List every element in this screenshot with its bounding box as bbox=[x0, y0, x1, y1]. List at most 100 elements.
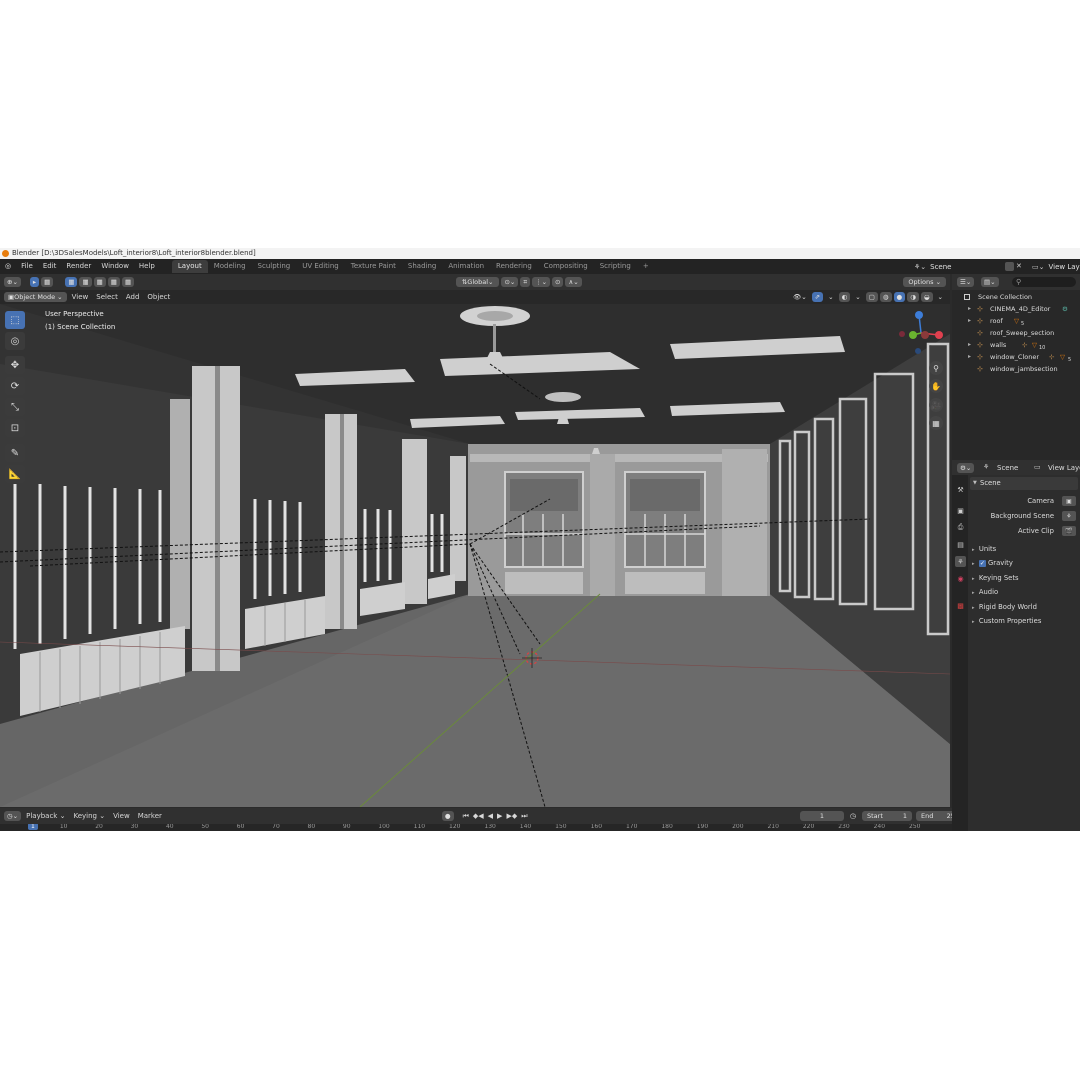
texture-tab-icon[interactable]: ▩ bbox=[955, 600, 966, 611]
snap-target-icon[interactable]: ⋮⌄ bbox=[532, 277, 551, 287]
units-section[interactable]: ▸ Units bbox=[972, 545, 996, 553]
gizmo-dropdown-icon[interactable]: ⌄ bbox=[825, 292, 836, 302]
shading-dropdown-icon[interactable]: ⌄ bbox=[935, 292, 946, 302]
menu-edit[interactable]: Edit bbox=[38, 259, 62, 274]
shading-wireframe-icon[interactable]: ◍ bbox=[879, 292, 892, 302]
object-mode-dropdown[interactable]: ▣ Object Mode ⌄ bbox=[4, 292, 67, 302]
timeline-view-menu[interactable]: View bbox=[109, 812, 134, 820]
camera-view-icon[interactable]: 🎥 bbox=[929, 398, 943, 412]
select-box-tool-icon[interactable]: ⬚ bbox=[5, 311, 25, 329]
shading-solid-icon[interactable]: ● bbox=[893, 292, 906, 302]
jump-end-icon[interactable]: ⏭ bbox=[519, 812, 529, 821]
select-box-mode-icon[interactable]: ▦ bbox=[41, 277, 54, 287]
options-dropdown[interactable]: Options ⌄ bbox=[903, 277, 947, 287]
properties-editor-type-icon[interactable]: ⚙⌄ bbox=[957, 463, 975, 473]
rotate-tool-icon[interactable]: ⟳ bbox=[5, 377, 25, 395]
expand-arrow-icon[interactable]: ▸ bbox=[968, 339, 971, 351]
menu-add[interactable]: Add bbox=[122, 293, 144, 301]
display-mode-icon[interactable]: ▤⌄ bbox=[981, 277, 999, 287]
transform-orientation-dropdown[interactable]: ⇅ Global ⌄ bbox=[455, 277, 500, 287]
mode-subtract-icon[interactable]: ▦ bbox=[93, 277, 106, 287]
scale-tool-icon[interactable]: ⤡ bbox=[5, 398, 25, 416]
tab-animation[interactable]: Animation bbox=[442, 260, 490, 273]
new-scene-icon[interactable] bbox=[1005, 262, 1014, 271]
jump-keyframe-back-icon[interactable]: ◆◀ bbox=[471, 812, 486, 820]
outliner-scene-collection[interactable]: Scene Collection bbox=[952, 291, 1080, 303]
mode-extend-icon[interactable]: ▦ bbox=[79, 277, 92, 287]
preview-range-icon[interactable]: ◷ bbox=[846, 812, 860, 820]
gizmo-y-icon[interactable] bbox=[909, 331, 917, 339]
tab-shading[interactable]: Shading bbox=[402, 260, 442, 273]
editor-type-icon[interactable]: ⊕⌄ bbox=[4, 277, 21, 287]
scene-selector[interactable]: ⚘⌄ Scene bbox=[914, 261, 1006, 272]
mode-intersect-icon[interactable]: ▦ bbox=[121, 277, 135, 287]
outliner-item-walls[interactable]: ▸ ⊹ walls ⊹ ▽ 10 bbox=[952, 339, 1080, 351]
gravity-section[interactable]: ▸ ✓ Gravity bbox=[972, 559, 1013, 567]
expand-arrow-icon[interactable]: ▸ bbox=[968, 315, 971, 327]
jump-start-icon[interactable]: ⏮ bbox=[461, 812, 471, 821]
outliner-item-window-jambsection[interactable]: ⊹ window_jambsection bbox=[952, 363, 1080, 375]
tab-rendering[interactable]: Rendering bbox=[490, 260, 538, 273]
gizmo-neg-x-icon[interactable] bbox=[921, 331, 929, 339]
measure-tool-icon[interactable]: 📐 bbox=[5, 465, 25, 483]
mode-set-icon[interactable]: ▦ bbox=[65, 277, 78, 287]
navigation-gizmo[interactable] bbox=[898, 310, 944, 356]
gizmo-z-icon[interactable] bbox=[915, 311, 923, 319]
jump-keyframe-forward-icon[interactable]: ▶◆ bbox=[504, 812, 519, 820]
playback-menu[interactable]: Playback ⌄ bbox=[22, 812, 69, 820]
start-frame-field[interactable]: Start 1 bbox=[862, 811, 912, 821]
pan-hand-icon[interactable]: ✋ bbox=[929, 379, 943, 393]
view-layer-selector[interactable]: ▭⌄ View Layer bbox=[1032, 261, 1080, 272]
current-frame-field[interactable]: 1 bbox=[799, 811, 844, 821]
annotate-tool-icon[interactable]: ✎ bbox=[5, 444, 25, 462]
gizmo-neg-y-icon[interactable] bbox=[899, 331, 905, 337]
outliner-editor-type-icon[interactable]: ☰⌄ bbox=[957, 277, 975, 287]
blender-menu-icon[interactable]: ◎ bbox=[0, 259, 16, 274]
menu-render[interactable]: Render bbox=[61, 259, 96, 274]
snap-toggle-icon[interactable]: ⌗ bbox=[520, 277, 531, 287]
scene-tab-icon[interactable]: ⚘ bbox=[955, 556, 966, 567]
gizmo-x-icon[interactable] bbox=[935, 331, 943, 339]
output-tab-icon[interactable]: ⎙ bbox=[955, 522, 966, 533]
camera-field[interactable]: ▣ bbox=[1062, 496, 1076, 506]
overlay-dropdown-icon[interactable]: ⌄ bbox=[852, 292, 863, 302]
timeline-ruler[interactable]: 1 10 20 30 40 50 60 70 80 90 100 110 120 130 140 150 160… bbox=[0, 824, 968, 831]
mode-invert-icon[interactable]: ▦ bbox=[107, 277, 120, 287]
menu-object[interactable]: Object bbox=[143, 293, 174, 301]
marker-menu[interactable]: Marker bbox=[134, 812, 166, 820]
gizmo-toggle-icon[interactable]: ⇗ bbox=[811, 292, 824, 302]
menu-window[interactable]: Window bbox=[96, 259, 134, 274]
menu-select[interactable]: Select bbox=[92, 293, 122, 301]
outliner-item-cinema-4d-editor[interactable]: ▸ ⊹ CINEMA_4D_Editor ⚙ bbox=[952, 303, 1080, 315]
xray-toggle-icon[interactable]: ▢ bbox=[865, 292, 878, 302]
tab-texture-paint[interactable]: Texture Paint bbox=[345, 260, 402, 273]
proportional-falloff-icon[interactable]: ∧⌄ bbox=[565, 277, 582, 287]
tab-scripting[interactable]: Scripting bbox=[594, 260, 637, 273]
add-workspace-icon[interactable]: + bbox=[637, 260, 655, 273]
menu-view[interactable]: View bbox=[68, 293, 93, 301]
tab-modeling[interactable]: Modeling bbox=[208, 260, 252, 273]
zoom-icon[interactable]: ⚲ bbox=[929, 361, 943, 375]
menu-help[interactable]: Help bbox=[134, 259, 160, 274]
world-tab-icon[interactable]: ◉ bbox=[955, 573, 966, 584]
outliner-item-roof[interactable]: ▸ ⊹ roof ▽ 5 bbox=[952, 315, 1080, 327]
play-icon[interactable]: ▶ bbox=[495, 812, 504, 820]
outliner-search-field[interactable]: ⚲ bbox=[1012, 277, 1076, 287]
record-icon[interactable]: ● bbox=[441, 811, 454, 821]
keying-menu[interactable]: Keying ⌄ bbox=[69, 812, 109, 820]
expand-arrow-icon[interactable]: ▸ bbox=[968, 351, 971, 363]
move-tool-icon[interactable]: ✥ bbox=[5, 356, 25, 374]
proportional-edit-icon[interactable]: ⊙ bbox=[552, 277, 564, 287]
gizmo-neg-z-icon[interactable] bbox=[915, 348, 921, 354]
rigid-body-world-section[interactable]: ▸ Rigid Body World bbox=[972, 603, 1037, 611]
tool-tab-icon[interactable]: ⚒ bbox=[955, 484, 966, 495]
shading-rendered-icon[interactable]: ◒ bbox=[920, 292, 933, 302]
play-reverse-icon[interactable]: ◀ bbox=[486, 812, 495, 820]
visibility-icon[interactable]: 👁⌄ bbox=[790, 292, 810, 302]
active-clip-field[interactable]: 🎬 bbox=[1062, 526, 1076, 536]
expand-arrow-icon[interactable]: ▸ bbox=[968, 303, 971, 315]
menu-file[interactable]: File bbox=[16, 259, 38, 274]
scene-panel-header[interactable]: ▼ Scene bbox=[970, 477, 1078, 490]
render-tab-icon[interactable]: ▣ bbox=[955, 505, 966, 516]
3d-viewport[interactable]: User Perspective (1) Scene Collection bbox=[0, 304, 950, 807]
